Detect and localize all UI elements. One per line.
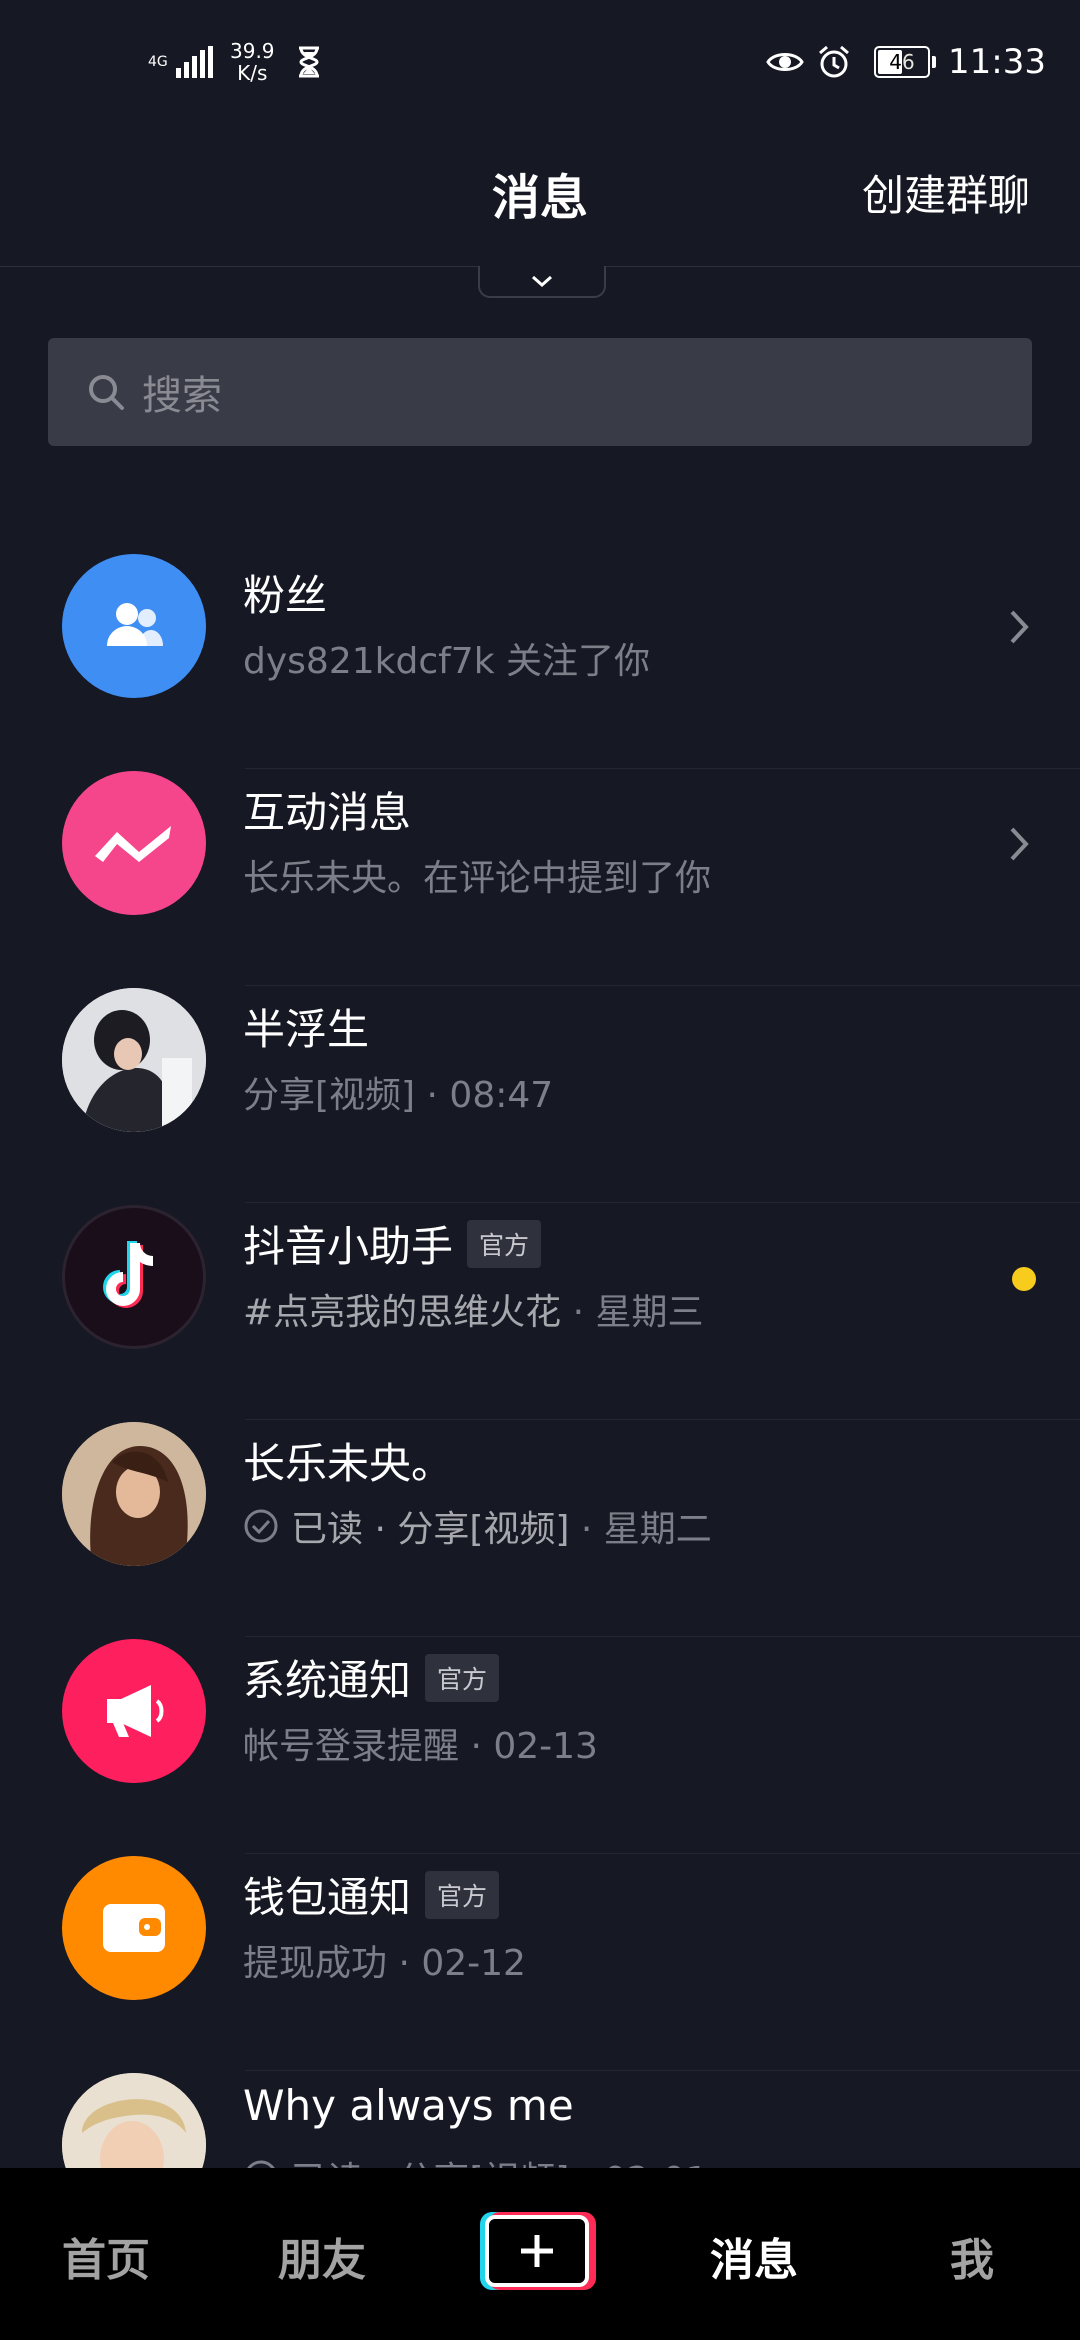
status-right: 46 11:33: [766, 42, 1046, 82]
message-name: Why always me: [243, 2081, 574, 2130]
message-preview: 已读 · 分享[视频] · 星期二: [243, 1500, 712, 1552]
message-name: 钱包通知 官方: [243, 1864, 500, 1925]
official-badge: 官方: [425, 1653, 500, 1702]
list-item-conversation[interactable]: 半浮生 分享[视频] · 08:47: [0, 986, 1080, 1203]
official-badge: 官方: [467, 1219, 542, 1268]
message-preview: dys821kdcf7k 关注了你: [243, 641, 650, 682]
message-name: 互动消息: [243, 788, 412, 837]
network-speed-value: 39.9: [230, 39, 275, 63]
chevron-right-icon: [1010, 610, 1029, 644]
nav-friends[interactable]: 朋友: [278, 2224, 366, 2288]
chevron-down-icon: [532, 275, 552, 288]
nav-messages[interactable]: 消息: [710, 2224, 798, 2288]
message-preview: 长乐未央。在评论中提到了你: [243, 858, 712, 899]
signal-strength-icon: [176, 46, 216, 78]
wallet-icon: [62, 1856, 206, 2000]
eye-icon: [766, 53, 804, 71]
hourglass-icon: [298, 46, 319, 78]
message-preview: #点亮我的思维火花 · 星期三: [243, 1283, 704, 1335]
message-name: 抖音小助手 官方: [243, 1213, 542, 1274]
status-bar: 4G 39.9 K/s 46 11:33: [0, 0, 1080, 130]
list-item-conversation[interactable]: 长乐未央。 已读 · 分享[视频] · 星期二: [0, 1420, 1080, 1637]
network-type: 4G: [148, 53, 168, 70]
message-preview-strong: 已读 · 分享[视频]: [291, 1509, 570, 1550]
network-speed: 39.9 K/s: [230, 40, 275, 84]
nav-home[interactable]: 首页: [62, 2224, 150, 2288]
message-preview-strong: #点亮我的思维火花: [243, 1292, 562, 1333]
fans-icon: [62, 554, 206, 698]
user-avatar: [62, 1422, 206, 1566]
message-name: 粉丝: [243, 571, 328, 620]
battery-level: 46: [889, 50, 915, 74]
list-item-fans[interactable]: 粉丝 dys821kdcf7k 关注了你: [0, 552, 1080, 769]
message-name: 半浮生: [243, 1005, 370, 1054]
user-avatar: [62, 988, 206, 1132]
bottom-nav: 首页 朋友 消息 我: [0, 2168, 1080, 2340]
network-speed-unit: K/s: [237, 61, 268, 85]
list-item-system-notification[interactable]: 系统通知 官方 帐号登录提醒 · 02-13: [0, 1637, 1080, 1854]
message-preview: 帐号登录提醒 · 02-13: [243, 1726, 598, 1767]
search-icon: [89, 375, 124, 410]
official-badge: 官方: [425, 1870, 500, 1919]
message-preview: 提现成功 · 02-12: [243, 1943, 526, 1984]
plus-icon: [521, 2235, 553, 2267]
message-name: 系统通知 官方: [243, 1647, 500, 1708]
create-group-button[interactable]: 创建群聊: [862, 162, 1030, 223]
message-preview: 分享[视频] · 08:47: [243, 1075, 554, 1116]
douyin-logo-icon: [62, 1205, 206, 1349]
battery-icon: 46: [874, 46, 931, 78]
message-name-text: 钱包通知: [243, 1873, 412, 1922]
publish-button-core: [485, 2215, 589, 2287]
clock-time: 11:33: [948, 42, 1046, 82]
list-item-interactions[interactable]: 互动消息 长乐未央。在评论中提到了你: [0, 769, 1080, 986]
nav-me[interactable]: 我: [950, 2224, 994, 2288]
search-input[interactable]: 搜索: [48, 338, 1032, 446]
battery-tip: [932, 56, 937, 68]
list-item-wallet-notification[interactable]: 钱包通知 官方 提现成功 · 02-12: [0, 1854, 1080, 2071]
alarm-icon: [819, 45, 849, 78]
search-placeholder: 搜索: [142, 373, 222, 419]
message-preview-time: · 星期二: [569, 1509, 712, 1550]
read-check-icon: [244, 1509, 278, 1543]
chevron-right-icon: [1010, 827, 1029, 861]
unread-dot: [1012, 1267, 1036, 1291]
header: 消息 创建群聊: [0, 130, 1080, 267]
list-item-douyin-assistant[interactable]: 抖音小助手 官方 #点亮我的思维火花 · 星期三: [0, 1203, 1080, 1420]
megaphone-icon: [62, 1639, 206, 1783]
expand-toggle[interactable]: [478, 266, 606, 298]
message-list: 粉丝 dys821kdcf7k 关注了你 互动消息 长乐未央。在评论中提到了你: [0, 552, 1080, 2288]
message-name: 长乐未央。: [243, 1439, 454, 1488]
status-left: 4G 39.9 K/s: [148, 40, 321, 84]
publish-button[interactable]: [480, 2212, 596, 2290]
message-name-text: 系统通知: [243, 1656, 412, 1705]
message-preview-time: · 星期三: [561, 1292, 704, 1333]
interaction-icon: [62, 771, 206, 915]
message-name-text: 抖音小助手: [243, 1222, 454, 1271]
